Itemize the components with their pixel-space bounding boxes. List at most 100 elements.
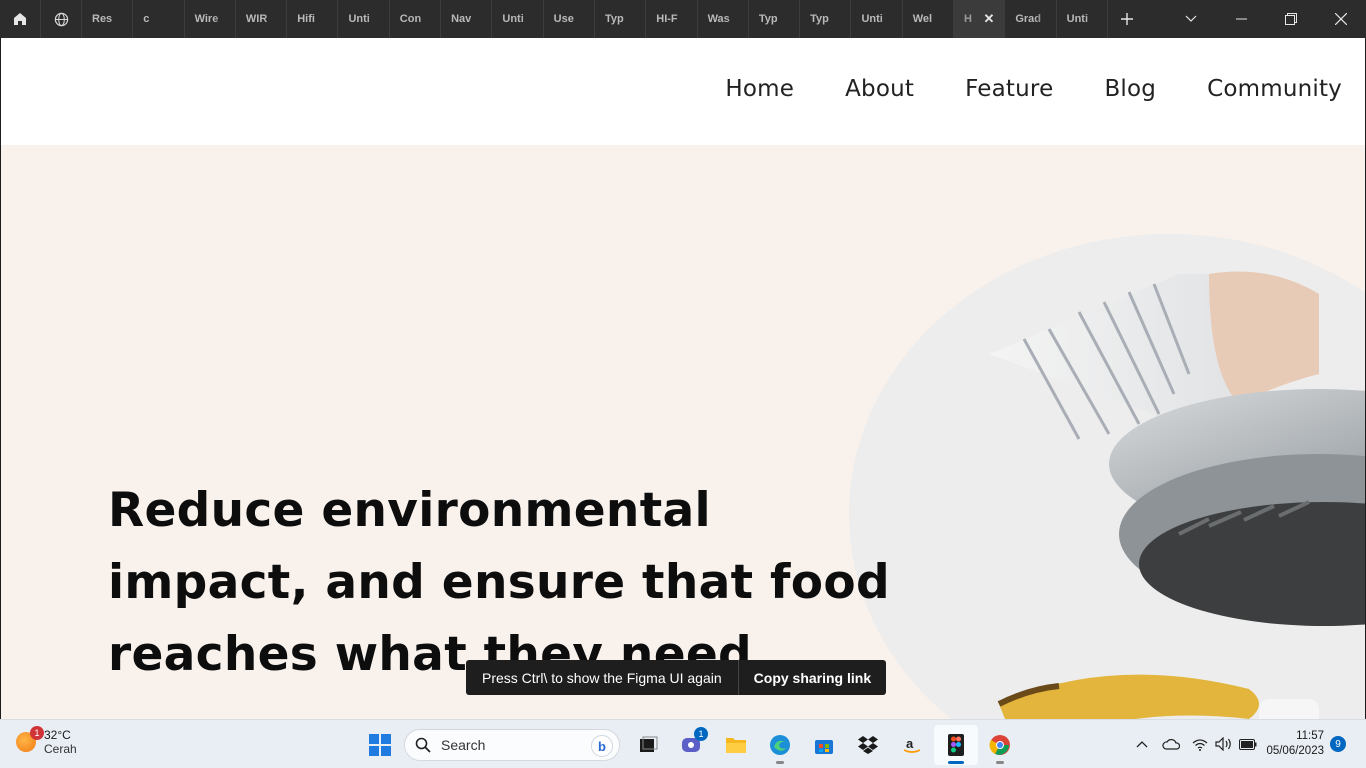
tab-label: Unti (502, 13, 524, 25)
hero-headline: Reduce environmental impact, and ensure … (108, 483, 890, 682)
svg-text:a: a (906, 736, 914, 751)
tab-label: WIR (245, 13, 268, 25)
globe-icon[interactable] (41, 0, 82, 38)
browser-tab[interactable]: HI-F (646, 0, 698, 38)
browser-tab[interactable]: c (133, 0, 185, 38)
browser-tab[interactable]: Typ (749, 0, 801, 38)
tab-label: Res (92, 13, 113, 25)
nav-link-about[interactable]: About (845, 76, 914, 102)
nav-link-community[interactable]: Community (1207, 76, 1342, 102)
tab-label: Hifi (297, 13, 315, 25)
store-app[interactable] (802, 725, 846, 765)
browser-tab[interactable]: Grad (1005, 0, 1057, 38)
tab-label: Wel (912, 13, 933, 25)
running-indicator (776, 761, 784, 764)
system-tray: 11:57 05/06/2023 9 (1130, 720, 1366, 768)
amazon-icon: a (903, 736, 921, 753)
notification-badge[interactable]: 9 (1330, 736, 1346, 752)
tab-label: Unti (1066, 13, 1089, 25)
weather-temp: 32°C (44, 728, 71, 742)
sun-icon: 1 (16, 726, 44, 752)
browser-tab[interactable]: Typ (800, 0, 852, 38)
browser-tab[interactable]: Was (698, 0, 749, 38)
weather-condition: Cerah (44, 742, 77, 756)
clock-time: 11:57 (1296, 730, 1324, 742)
site-header: Home About Feature Blog Community (1, 38, 1365, 145)
search-icon (415, 737, 431, 753)
nav-link-home[interactable]: Home (725, 76, 794, 102)
amazon-app[interactable]: a (890, 725, 934, 765)
browser-tab[interactable]: Typ (595, 0, 647, 38)
hero-photo-illustration (849, 234, 1365, 719)
teams-badge: 1 (694, 727, 708, 741)
chrome-icon (989, 735, 1010, 755)
browser-tab[interactable]: H ✕ (954, 0, 1006, 38)
taskbar-search[interactable]: Search b (404, 729, 620, 761)
nav-link-blog[interactable]: Blog (1104, 76, 1156, 102)
tab-label: Grad (1015, 13, 1042, 25)
clock[interactable]: 11:57 05/06/2023 (1266, 729, 1324, 759)
chevron-up-icon[interactable] (1130, 720, 1154, 768)
browser-tab[interactable]: Use (544, 0, 595, 38)
browser-tab[interactable]: Unti (338, 0, 390, 38)
toast-message: Press Ctrl\ to show the Figma UI again (466, 660, 739, 695)
start-button[interactable] (358, 725, 402, 765)
browser-tab[interactable]: Con (390, 0, 442, 38)
minimize-button[interactable] (1216, 0, 1266, 38)
weather-widget[interactable]: 1 32°C Cerah (16, 726, 77, 756)
close-window-button[interactable] (1316, 0, 1366, 38)
home-icon[interactable] (0, 0, 41, 38)
browser-tab[interactable]: Res (82, 0, 134, 38)
tab-label: Unti (861, 13, 883, 25)
browser-tab[interactable]: Nav (441, 0, 493, 38)
weather-text: 32°C Cerah (44, 728, 77, 756)
restore-button[interactable] (1266, 0, 1316, 38)
tab-label: H (964, 13, 972, 25)
folder-icon (726, 738, 746, 753)
figma-tab-bar: Res c Wire WIR Hifi Unti Con Nav Unti Use Typ HI-F W… (0, 0, 1366, 38)
close-tab-icon[interactable]: ✕ (983, 11, 994, 27)
chevron-down-icon[interactable] (1166, 0, 1216, 38)
running-indicator (948, 761, 964, 764)
search-placeholder: Search (441, 737, 486, 753)
figma-app[interactable] (934, 725, 978, 765)
tab-label: Nav (451, 13, 472, 25)
bing-icon[interactable]: b (591, 735, 613, 757)
tab-label: Wire (194, 13, 219, 25)
browser-tab[interactable]: Unti (1057, 0, 1108, 38)
teams-app[interactable]: 1 (670, 725, 714, 765)
browser-tab[interactable]: Unti (492, 0, 544, 38)
nav-link-feature[interactable]: Feature (965, 76, 1053, 102)
tab-strip: Res c Wire WIR Hifi Unti Con Nav Unti Use Typ HI-F W… (82, 0, 1108, 38)
figma-toast: Press Ctrl\ to show the Figma UI again C… (466, 660, 887, 695)
chrome-app[interactable] (978, 725, 1022, 765)
windows-logo-icon (369, 734, 391, 756)
battery-icon[interactable] (1236, 720, 1260, 768)
browser-tab[interactable]: Hifi (287, 0, 339, 38)
tab-label: Typ (810, 13, 829, 25)
task-view-button[interactable] (626, 725, 670, 765)
tab-label: HI-F (656, 13, 678, 25)
windows-taskbar: 1 32°C Cerah Search b 1 a 11:57 05/06/20… (0, 719, 1366, 768)
copy-sharing-link-button[interactable]: Copy sharing link (739, 660, 886, 695)
tab-label: Typ (604, 13, 624, 25)
edge-icon (770, 735, 790, 755)
dropbox-app[interactable] (846, 725, 890, 765)
running-indicator (996, 761, 1004, 764)
file-explorer-app[interactable] (714, 725, 758, 765)
browser-tab[interactable]: WIR (236, 0, 288, 38)
taskbar-apps: Search b 1 a (358, 725, 1022, 765)
browser-tab[interactable]: Unti (851, 0, 903, 38)
tab-label: Unti (348, 13, 370, 25)
browser-tab[interactable]: Wire (185, 0, 236, 38)
tab-label: Was (707, 13, 730, 25)
new-tab-button[interactable] (1108, 0, 1146, 38)
volume-icon[interactable] (1212, 720, 1236, 768)
edge-app[interactable] (758, 725, 802, 765)
tab-label: Typ (758, 13, 778, 25)
wifi-icon[interactable] (1188, 720, 1212, 768)
tab-label: Use (553, 13, 574, 25)
browser-tab[interactable]: Wel (903, 0, 955, 38)
onedrive-icon[interactable] (1154, 720, 1188, 768)
store-icon (815, 740, 833, 754)
